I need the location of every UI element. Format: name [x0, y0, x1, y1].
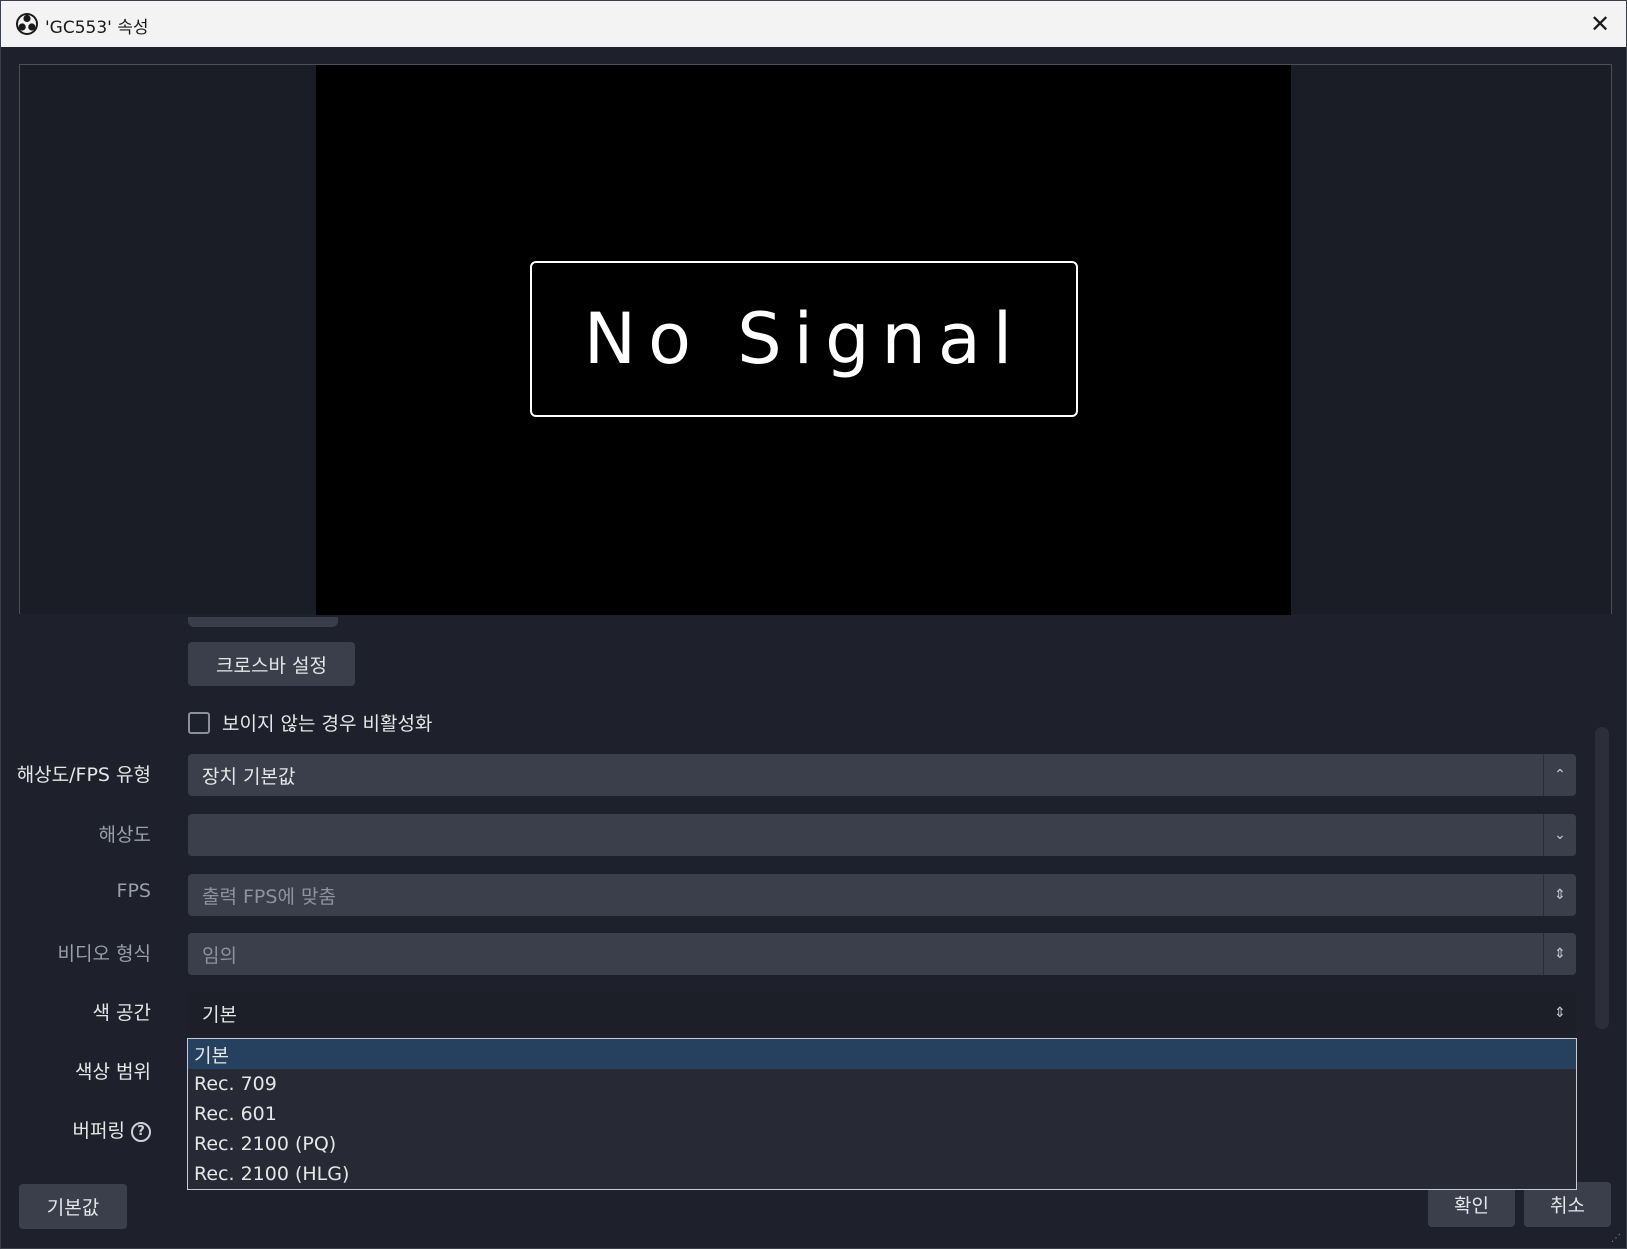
help-icon[interactable]: ?: [131, 1121, 151, 1142]
color-space-option[interactable]: 기본: [188, 1039, 1576, 1069]
resize-grip-icon[interactable]: ⋰: [1611, 1233, 1623, 1245]
color-space-dropdown-list: 기본 Rec. 709 Rec. 601 Rec. 2100 (PQ) Rec.…: [187, 1038, 1577, 1190]
video-format-select[interactable]: 임의 ⇕: [188, 933, 1576, 975]
color-space-select[interactable]: 기본 ⇕: [188, 992, 1576, 1034]
resolution-select[interactable]: ⌄: [188, 814, 1576, 856]
color-space-value: 기본: [202, 1003, 237, 1026]
resolution-fps-type-label: 해상도/FPS 유형: [16, 764, 151, 786]
color-space-option[interactable]: Rec. 2100 (PQ): [188, 1129, 1576, 1159]
video-format-label: 비디오 형식: [57, 943, 151, 965]
close-button[interactable]: ✕: [1574, 1, 1626, 47]
color-range-label: 색상 범위: [75, 1061, 151, 1083]
title-bar: 'GC553' 속성 ✕: [1, 1, 1626, 47]
color-space-option[interactable]: Rec. 601: [188, 1099, 1576, 1129]
properties-dialog: 'GC553' 속성 ✕ No Signal 크로스바 설정 보이지 않는 경우…: [0, 0, 1627, 1249]
close-icon: ✕: [1589, 10, 1611, 38]
deactivate-when-hidden-checkbox[interactable]: [188, 711, 210, 734]
preview-area: No Signal: [19, 64, 1612, 615]
color-space-option[interactable]: Rec. 2100 (HLG): [188, 1159, 1576, 1189]
video-format-value: 임의: [202, 944, 237, 967]
video-preview: No Signal: [316, 65, 1291, 615]
updown-arrow-icon: ⇕: [1554, 1005, 1566, 1021]
fps-select[interactable]: 출력 FPS에 맞춤 ⇕: [188, 874, 1576, 916]
defaults-button[interactable]: 기본값: [19, 1184, 127, 1229]
resolution-fps-type-value: 장치 기본값: [202, 765, 296, 788]
buffering-label-row: 버퍼링?: [73, 1116, 151, 1143]
no-signal-frame: No Signal: [530, 261, 1078, 417]
updown-arrow-icon: ⌃: [1543, 754, 1576, 796]
updown-arrow-icon: ⇕: [1543, 874, 1576, 916]
buffering-label: 버퍼링: [72, 1120, 125, 1142]
properties-scrollbar[interactable]: [1595, 727, 1609, 1029]
chevron-down-icon: ⌄: [1543, 814, 1576, 856]
color-space-option[interactable]: Rec. 709: [188, 1069, 1576, 1099]
fps-label: FPS: [116, 880, 151, 902]
deactivate-when-hidden-row[interactable]: 보이지 않는 경우 비활성화: [188, 709, 432, 736]
crossbar-settings-button[interactable]: 크로스바 설정: [188, 642, 355, 686]
ok-label: 확인: [1454, 1195, 1489, 1217]
deactivate-when-hidden-label: 보이지 않는 경우 비활성화: [222, 713, 433, 735]
clipped-control: [188, 617, 338, 627]
resolution-label: 해상도: [98, 824, 151, 846]
color-space-label: 색 공간: [92, 1002, 151, 1024]
cancel-label: 취소: [1550, 1195, 1585, 1217]
updown-arrow-icon: ⇕: [1543, 933, 1576, 975]
resolution-fps-type-select[interactable]: 장치 기본값 ⌃: [188, 754, 1576, 796]
crossbar-settings-label: 크로스바 설정: [216, 654, 327, 677]
obs-app-icon: [16, 13, 38, 35]
defaults-label: 기본값: [46, 1197, 100, 1219]
fps-value: 출력 FPS에 맞춤: [202, 885, 336, 908]
no-signal-text: No Signal: [583, 298, 1025, 380]
window-title: 'GC553' 속성: [45, 18, 149, 38]
